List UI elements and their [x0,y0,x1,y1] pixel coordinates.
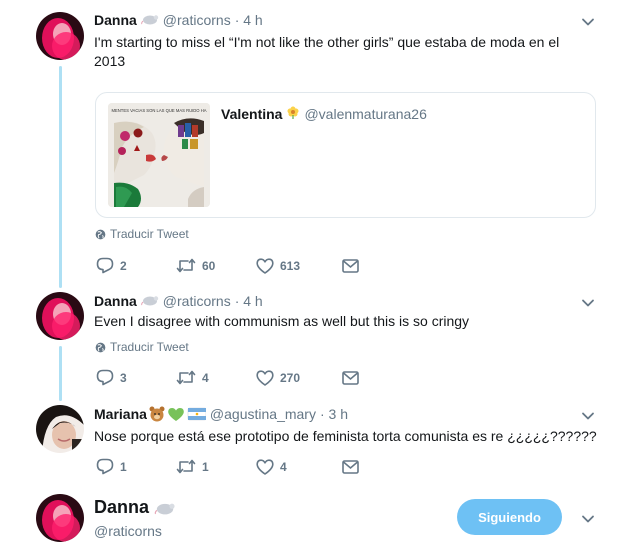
avatar[interactable] [36,12,84,60]
tweet-actions: 3 4 270 [96,369,359,386]
image-caption-text: MENTES VACIAS SON LAS QUE MAS RUIDO HA [111,108,206,113]
reply-count: 3 [120,370,127,385]
translate-label: Traducir Tweet [110,340,189,354]
user-name[interactable]: Danna [94,12,137,28]
reply-icon [96,257,114,274]
envelope-icon [342,370,359,385]
retweet-count: 1 [202,459,209,474]
envelope-icon [342,258,359,273]
rat-emoji-icon [154,501,176,515]
bear-heart-argentina-emoji-icon [148,406,206,422]
retweet-button[interactable]: 4 [176,370,256,385]
user-handle[interactable]: @agustina_mary [210,406,316,422]
timestamp[interactable]: · 3 h [320,406,348,422]
reply-button[interactable]: 3 [96,369,176,386]
quoted-user-name[interactable]: Valentina [221,106,282,122]
user-name[interactable]: Mariana [94,406,147,422]
heart-icon [256,369,274,386]
tweet-header: Danna @raticorns · 4 h [94,293,263,309]
message-button[interactable] [342,258,359,273]
envelope-icon [342,459,359,474]
chevron-down-icon[interactable] [580,408,596,424]
user-name[interactable]: Danna [94,293,137,309]
flower-emoji-icon [286,105,300,122]
tweet-text: I'm starting to miss el “I'm not like th… [94,34,560,69]
retweet-icon [176,370,196,385]
heart-icon [256,458,274,475]
quoted-user-handle[interactable]: @valenmaturana26 [304,106,426,122]
timestamp[interactable]: · 4 h [235,12,263,28]
avatar[interactable] [36,405,84,453]
user-handle[interactable]: @raticorns [163,293,231,309]
translate-label: Traducir Tweet [110,227,189,241]
tweet-text: Even I disagree with communism as well b… [94,313,470,329]
tweet[interactable]: Danna @raticorns · 4 h Even I disagree w… [0,290,627,396]
profile-handle[interactable]: @raticorns [94,523,162,539]
reply-count: 1 [120,459,127,474]
message-button[interactable] [342,459,359,474]
avatar[interactable] [36,292,84,340]
like-count: 4 [280,459,287,474]
reply-icon [96,369,114,386]
profile-avatar[interactable] [36,494,84,542]
tweet[interactable]: Mariana @agustina_mary · 3 h Nose porque… [0,400,627,480]
globe-icon [95,342,106,352]
tweet-header: Mariana @agustina_mary · 3 h [94,406,348,422]
tweet-actions: 1 1 4 [96,458,359,475]
translate-link[interactable]: Traducir Tweet [95,340,189,354]
tweet[interactable]: Danna @raticorns · 4 h I'm starting to m… [0,0,627,290]
rat-emoji-icon [140,12,159,28]
reply-icon [96,458,114,475]
retweet-count: 60 [202,258,216,273]
profile-name[interactable]: Danna [94,497,149,518]
heart-icon [256,257,274,274]
user-handle[interactable]: @raticorns [163,12,231,28]
like-button[interactable]: 270 [256,369,342,386]
tweet-header: Danna @raticorns · 4 h [94,12,263,28]
translate-link[interactable]: Traducir Tweet [95,227,189,241]
like-count: 270 [280,370,301,385]
tweet-text: Nose porque está ese prototipo de femini… [94,428,597,444]
timestamp[interactable]: · 4 h [235,293,263,309]
chevron-down-icon[interactable] [580,511,596,527]
globe-icon [95,229,106,239]
tweet-actions: 2 60 613 [96,257,359,274]
chevron-down-icon[interactable] [580,14,596,30]
quoted-tweet[interactable]: MENTES VACIAS SON LAS QUE MAS RUIDO HA V… [95,92,596,218]
reply-button[interactable]: 2 [96,257,176,274]
retweet-icon [176,459,196,474]
retweet-button[interactable]: 1 [176,459,256,474]
reply-button[interactable]: 1 [96,458,176,475]
like-button[interactable]: 613 [256,257,342,274]
retweet-icon [176,258,196,273]
retweet-button[interactable]: 60 [176,258,256,273]
retweet-count: 4 [202,370,209,385]
chevron-down-icon[interactable] [580,295,596,311]
reply-count: 2 [120,258,127,273]
quoted-image[interactable]: MENTES VACIAS SON LAS QUE MAS RUIDO HA [108,103,210,207]
like-count: 613 [280,258,301,273]
profile-name-row: Danna [94,497,176,518]
message-button[interactable] [342,370,359,385]
following-button[interactable]: Siguiendo [457,499,562,535]
like-button[interactable]: 4 [256,458,342,475]
rat-emoji-icon [140,293,159,309]
quoted-tweet-header: Valentina @valenmaturana26 [221,105,427,122]
